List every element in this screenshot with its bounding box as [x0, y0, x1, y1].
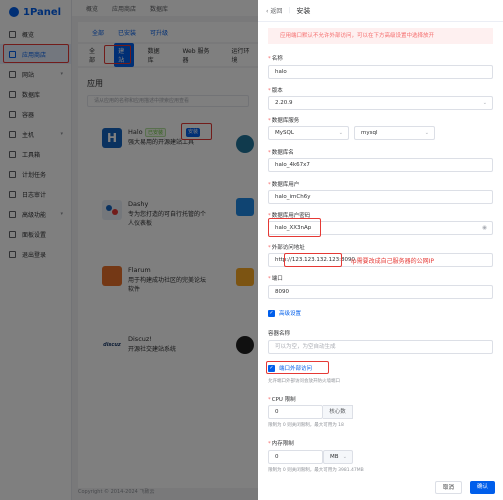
db-user-input[interactable]: halo_imCh6y [268, 190, 493, 204]
db-name-label: *数据库名 [268, 150, 294, 156]
container-name-label: 容器名称 [268, 331, 291, 337]
external-url-label: *外部访问地址 [268, 245, 305, 251]
eye-icon: ◉ [482, 225, 487, 231]
version-label: *版本 [268, 88, 283, 94]
cpu-hint: 限制为 0 则关闭限制，最大可用为 18 [268, 423, 344, 428]
back-label: 返回 [270, 8, 283, 15]
drawer-actions: 取消 确认 [434, 481, 495, 494]
db-name-input[interactable]: halo_4k67x7 [268, 158, 493, 172]
back-button[interactable]: ‹ 返回 [266, 6, 282, 15]
chevron-down-icon: ⌄ [424, 130, 429, 136]
db-service-label: *数据库服务 [268, 118, 300, 124]
port-label: *端口 [268, 276, 283, 282]
confirm-button[interactable]: 确认 [469, 481, 495, 494]
name-label: *名称 [268, 56, 283, 62]
container-name-input[interactable]: 可以为空，为空自动生成 [268, 340, 493, 354]
db-user-label: *数据库用户 [268, 182, 300, 188]
checkbox-icon: ✓ [268, 309, 275, 317]
db-service-select[interactable]: MySQL ⌄ [268, 126, 349, 140]
drawer-header: ‹ 返回 | 安装 [258, 0, 503, 22]
memory-input[interactable]: 0 [268, 450, 323, 464]
cpu-unit: 核心数 [323, 405, 353, 419]
warning-alert: 应用端口默认不允许外部访问，可以在下方高级设置中选择放开 [268, 28, 493, 44]
highlight-ip [284, 253, 342, 267]
chevron-down-icon: ⌄ [338, 130, 343, 136]
divider: | [288, 7, 291, 14]
ip-annotation: Ip需要改成自己服务器的公网IP [351, 258, 434, 265]
advanced-checkbox[interactable]: ✓ 高级设置 [268, 309, 301, 317]
db-instance-select[interactable]: mysql ⌄ [354, 126, 435, 140]
cpu-input[interactable]: 0 [268, 405, 323, 419]
cpu-label: *CPU 限制 [268, 397, 296, 403]
highlight-external-access [266, 361, 329, 374]
port-input[interactable]: 8090 [268, 285, 493, 299]
cancel-button[interactable]: 取消 [434, 481, 462, 494]
chevron-down-icon: ⌄ [482, 100, 487, 106]
install-drawer: ‹ 返回 | 安装 应用端口默认不允许外部访问，可以在下方高级设置中选择放开 *… [258, 0, 503, 500]
memory-unit-select[interactable]: MB ⌄ [323, 450, 353, 464]
memory-hint: 限制为 0 则关闭限制，最大可用为 3981.47MB [268, 468, 364, 473]
version-select[interactable]: 2.20.9 ⌄ [268, 96, 493, 110]
highlight-password [268, 218, 321, 237]
drawer-title: 安装 [296, 6, 311, 15]
external-access-hint: 允许端口外部访问会放开防火墙端口 [268, 379, 340, 384]
name-input[interactable]: halo [268, 65, 493, 79]
chevron-down-icon: ⌄ [342, 454, 347, 460]
memory-label: *内存限制 [268, 441, 294, 447]
